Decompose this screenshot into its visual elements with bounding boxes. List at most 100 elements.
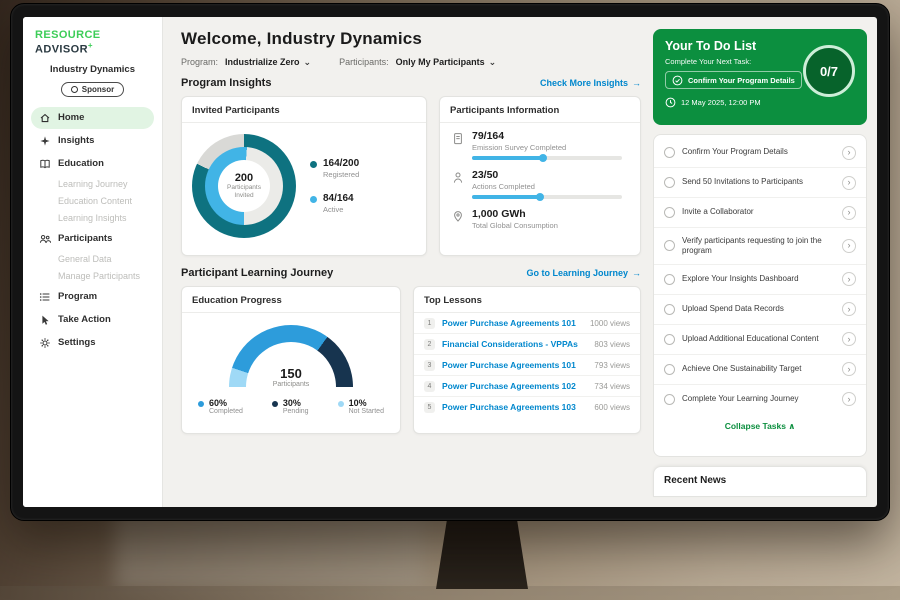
- task-chevron-button[interactable]: ›: [842, 239, 856, 253]
- chevron-down-icon: ⌄: [304, 60, 312, 64]
- stat-consumption: 1,000 GWh Total Global Consumption: [452, 208, 628, 234]
- task-row[interactable]: Send 50 Invitations to Participants ›: [654, 168, 866, 198]
- sidebar-item-learning-insights[interactable]: Learning Insights: [31, 210, 154, 227]
- task-checkbox[interactable]: [664, 274, 675, 285]
- task-chevron-button[interactable]: ›: [842, 206, 856, 220]
- card-title: Education Progress: [182, 287, 400, 313]
- lesson-rank: 4: [424, 381, 435, 392]
- top-lessons-card: Top Lessons 1 Power Purchase Agreements …: [413, 286, 641, 434]
- task-list-card: Confirm Your Program Details › Send 50 I…: [653, 134, 867, 457]
- survey-icon: [452, 132, 464, 146]
- todo-due-date: 12 May 2025, 12:00 PM: [665, 97, 855, 108]
- lesson-rank: 1: [424, 318, 435, 329]
- legend-item-registered: 164/200 Registered: [310, 158, 359, 179]
- task-checkbox[interactable]: [664, 207, 675, 218]
- filter-bar: Program: Industrialize Zero ⌄ Participan…: [181, 57, 641, 67]
- task-row[interactable]: Upload Spend Data Records ›: [654, 295, 866, 325]
- legend-item-not-started: 10% Not Started: [338, 398, 384, 415]
- card-title: Invited Participants: [182, 97, 426, 123]
- lesson-link[interactable]: Power Purchase Agreements 101: [442, 318, 583, 328]
- sidebar-item-label: Participants: [58, 233, 112, 244]
- lesson-link[interactable]: Power Purchase Agreements 101: [442, 360, 587, 370]
- task-chevron-button[interactable]: ›: [842, 392, 856, 406]
- lesson-views: 793 views: [594, 361, 630, 370]
- lesson-views: 803 views: [594, 340, 630, 349]
- invited-participants-donut-chart: 200 Participants Invited: [192, 134, 296, 238]
- clock-icon: [665, 97, 676, 108]
- emission-survey-progress-bar: [472, 156, 622, 160]
- stat-emission-survey: 79/164 Emission Survey Completed: [452, 130, 628, 160]
- sidebar-item-education[interactable]: Education: [31, 153, 154, 175]
- legend-dot: [272, 401, 278, 407]
- program-select[interactable]: Industrialize Zero ⌄: [225, 57, 311, 67]
- task-row[interactable]: Invite a Collaborator ›: [654, 198, 866, 228]
- sidebar-item-label: Program: [58, 291, 97, 302]
- sidebar-nav: Home Insights Education Learning Journey…: [31, 107, 154, 354]
- participants-select[interactable]: Only My Participants ⌄: [396, 57, 497, 67]
- sidebar-item-learning-journey[interactable]: Learning Journey: [31, 176, 154, 193]
- sidebar-item-take-action[interactable]: Take Action: [31, 309, 154, 331]
- task-checkbox[interactable]: [664, 147, 675, 158]
- task-chevron-button[interactable]: ›: [842, 176, 856, 190]
- task-checkbox[interactable]: [664, 177, 675, 188]
- todo-next-task[interactable]: Confirm Your Program Details: [665, 71, 802, 89]
- lesson-views: 734 views: [594, 382, 630, 391]
- sidebar-item-label: Home: [58, 112, 84, 123]
- lesson-row: 1 Power Purchase Agreements 101 1000 vie…: [414, 313, 640, 334]
- sidebar-item-label: Settings: [58, 337, 95, 348]
- recent-news-card: Recent News: [653, 466, 867, 497]
- task-chevron-button[interactable]: ›: [842, 362, 856, 376]
- sidebar-item-manage-participants[interactable]: Manage Participants: [31, 268, 154, 285]
- task-checkbox[interactable]: [664, 364, 675, 375]
- task-checkbox[interactable]: [664, 240, 675, 251]
- sidebar-item-general-data[interactable]: General Data: [31, 251, 154, 268]
- task-chevron-button[interactable]: ›: [842, 146, 856, 160]
- task-row[interactable]: Upload Additional Educational Content ›: [654, 325, 866, 355]
- scene: RESOURCE ADVISOR+ Industry Dynamics Spon…: [0, 0, 900, 600]
- lesson-rank: 5: [424, 402, 435, 413]
- task-chevron-button[interactable]: ›: [842, 302, 856, 316]
- sidebar: RESOURCE ADVISOR+ Industry Dynamics Spon…: [23, 17, 163, 507]
- app-logo: RESOURCE ADVISOR+: [31, 27, 154, 62]
- legend-item-active: 84/164 Active: [310, 193, 359, 214]
- chevron-down-icon: ⌄: [489, 60, 497, 64]
- monitor: RESOURCE ADVISOR+ Industry Dynamics Spon…: [10, 3, 890, 521]
- task-row[interactable]: Verify participants requesting to join t…: [654, 228, 866, 265]
- task-chevron-button[interactable]: ›: [842, 272, 856, 286]
- task-row[interactable]: Explore Your Insights Dashboard ›: [654, 265, 866, 295]
- card-title: Top Lessons: [414, 287, 640, 313]
- invited-participants-card: Invited Participants 200 Participants In…: [181, 96, 427, 256]
- collapse-tasks-button[interactable]: Collapse Tasks ∧: [654, 414, 866, 437]
- gauge-legend: 60% Completed 30% Pending: [182, 388, 400, 415]
- task-row[interactable]: Complete Your Learning Journey ›: [654, 385, 866, 414]
- task-row[interactable]: Confirm Your Program Details ›: [654, 138, 866, 168]
- task-checkbox[interactable]: [664, 394, 675, 405]
- program-insights-title: Program Insights: [181, 77, 271, 89]
- lesson-link[interactable]: Power Purchase Agreements 103: [442, 402, 587, 412]
- sidebar-item-program[interactable]: Program: [31, 286, 154, 308]
- monitor-stand: [436, 519, 528, 589]
- legend-dot: [198, 401, 204, 407]
- lesson-link[interactable]: Power Purchase Agreements 102: [442, 381, 587, 391]
- todo-panel: Your To Do List Complete Your Next Task:…: [653, 17, 877, 507]
- sponsor-badge[interactable]: Sponsor: [61, 82, 124, 97]
- donut-legend: 164/200 Registered 84/164 Active: [310, 158, 359, 214]
- chevron-up-icon: ∧: [788, 421, 795, 431]
- donut-center-value: 200: [235, 172, 253, 184]
- lesson-link[interactable]: Financial Considerations - VPPAs: [442, 339, 587, 349]
- program-filter-label: Program:: [181, 57, 218, 67]
- program-list-icon: [39, 291, 51, 303]
- participants-select-value: Only My Participants: [396, 57, 485, 67]
- sidebar-item-settings[interactable]: Settings: [31, 332, 154, 354]
- go-to-learning-journey-link[interactable]: Go to Learning Journey→: [526, 268, 641, 278]
- task-row[interactable]: Achieve One Sustainability Target ›: [654, 355, 866, 385]
- sidebar-item-education-content[interactable]: Education Content: [31, 193, 154, 210]
- sidebar-item-participants[interactable]: Participants: [31, 228, 154, 250]
- task-checkbox[interactable]: [664, 304, 675, 315]
- check-more-insights-link[interactable]: Check More Insights→: [540, 78, 641, 88]
- task-chevron-button[interactable]: ›: [842, 332, 856, 346]
- gear-icon: [39, 337, 51, 349]
- sidebar-item-home[interactable]: Home: [31, 107, 154, 129]
- sidebar-item-insights[interactable]: Insights: [31, 130, 154, 152]
- task-checkbox[interactable]: [664, 334, 675, 345]
